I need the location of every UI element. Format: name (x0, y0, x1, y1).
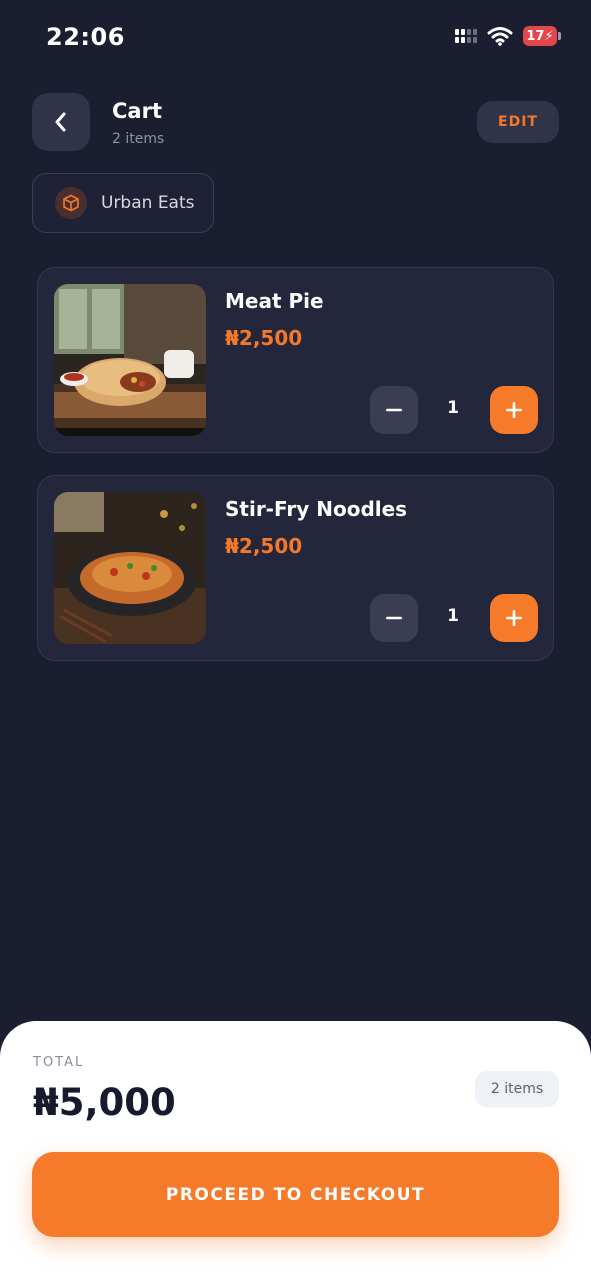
page-title: Cart (112, 99, 162, 123)
meat-pie-photo (54, 284, 206, 436)
back-button[interactable] (32, 93, 90, 151)
noodles-photo (54, 492, 206, 644)
quantity-value: 1 (447, 398, 459, 418)
cart-item-meat-pie: Meat Pie ₦2,500 1 (37, 267, 554, 453)
decrease-quantity-button[interactable] (370, 386, 418, 434)
store-chip[interactable]: Urban Eats (32, 173, 214, 233)
battery-icon: 17 ⚡ (523, 26, 561, 46)
proceed-to-checkout-button[interactable]: PROCEED TO CHECKOUT (32, 1152, 559, 1237)
battery-level: 17 (526, 28, 545, 44)
minus-icon (386, 616, 402, 620)
package-icon (55, 187, 87, 219)
item-count-subtitle: 2 items (112, 131, 165, 147)
decrease-quantity-button[interactable] (370, 594, 418, 642)
increase-quantity-button[interactable] (490, 386, 538, 434)
item-price: ₦2,500 (225, 326, 303, 350)
wifi-icon (487, 27, 513, 46)
cart-item-stir-fry-noodles: Stir-Fry Noodles ₦2,500 1 (37, 475, 554, 661)
minus-icon (386, 408, 402, 412)
plus-icon (506, 610, 522, 626)
cellular-signal-icon (455, 29, 477, 43)
item-price: ₦2,500 (225, 534, 303, 558)
checkout-summary-sheet: TOTAL ₦5,000 2 items PROCEED TO CHECKOUT (0, 1021, 591, 1280)
status-icons: 17 ⚡ (455, 26, 561, 46)
total-amount: ₦5,000 (33, 1081, 176, 1124)
status-time: 22:06 (46, 23, 125, 51)
item-name: Stir-Fry Noodles (225, 497, 408, 521)
increase-quantity-button[interactable] (490, 594, 538, 642)
edit-button[interactable]: EDIT (477, 101, 559, 143)
item-name: Meat Pie (225, 289, 324, 313)
items-count-badge: 2 items (475, 1071, 559, 1107)
chevron-left-icon (55, 112, 66, 132)
plus-icon (506, 402, 522, 418)
store-name: Urban Eats (101, 193, 195, 213)
quantity-value: 1 (447, 606, 459, 626)
total-label: TOTAL (33, 1055, 85, 1070)
